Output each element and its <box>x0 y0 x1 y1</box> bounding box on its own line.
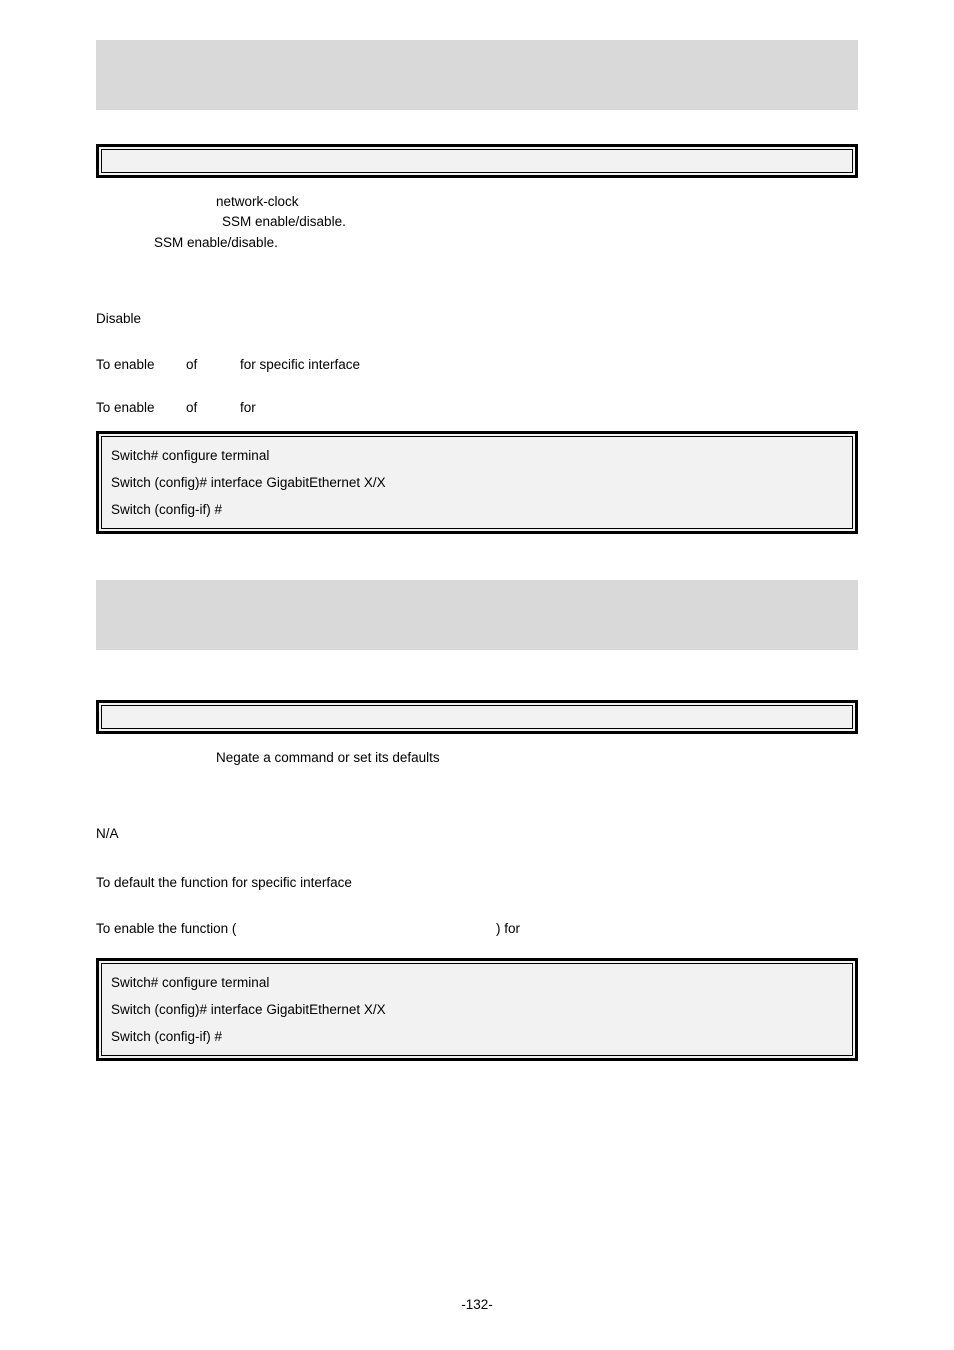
example-a: To enable <box>96 400 186 415</box>
code-block-2: Switch# configure terminal Switch (confi… <box>96 958 858 1061</box>
usage-line-2: To default the function for specific int… <box>96 873 858 893</box>
desc-line-3: SSM enable/disable. <box>140 233 858 253</box>
example-pre: To enable the function ( <box>96 921 496 936</box>
code-block: Switch# configure terminal Switch (confi… <box>96 431 858 534</box>
code-line: Switch (config-if) # <box>111 1023 843 1050</box>
example-row: To enable of for <box>96 400 858 415</box>
example-b: of <box>186 400 240 415</box>
code-line: Switch# configure terminal <box>111 969 843 996</box>
usage-b: of <box>186 357 240 372</box>
usage-a: To enable <box>96 357 186 372</box>
description-text: network-clock SSM enable/disable. SSM en… <box>140 192 858 253</box>
default-value-2: N/A <box>96 824 858 844</box>
heading-box <box>96 144 858 178</box>
default-value: Disable <box>96 309 858 329</box>
code-line: Switch (config)# interface GigabitEthern… <box>111 469 843 496</box>
desc-line-1: network-clock <box>140 192 858 212</box>
section-banner <box>96 580 858 650</box>
example-line-2: To enable the function ( ) for <box>96 921 858 936</box>
code-line: Switch# configure terminal <box>111 442 843 469</box>
example-c: for <box>240 400 256 415</box>
desc-line-2: SSM enable/disable. <box>140 212 858 232</box>
code-line: Switch (config)# interface GigabitEthern… <box>111 996 843 1023</box>
usage-row: To enable of for specific interface <box>96 357 858 372</box>
description-text-2: Negate a command or set its defaults <box>140 748 858 768</box>
usage-c: for specific interface <box>240 357 360 372</box>
heading-box <box>96 700 858 734</box>
example-post: ) for <box>496 921 520 936</box>
section-banner <box>96 40 858 110</box>
code-line: Switch (config-if) # <box>111 496 843 523</box>
page-number: -132- <box>0 1297 954 1312</box>
